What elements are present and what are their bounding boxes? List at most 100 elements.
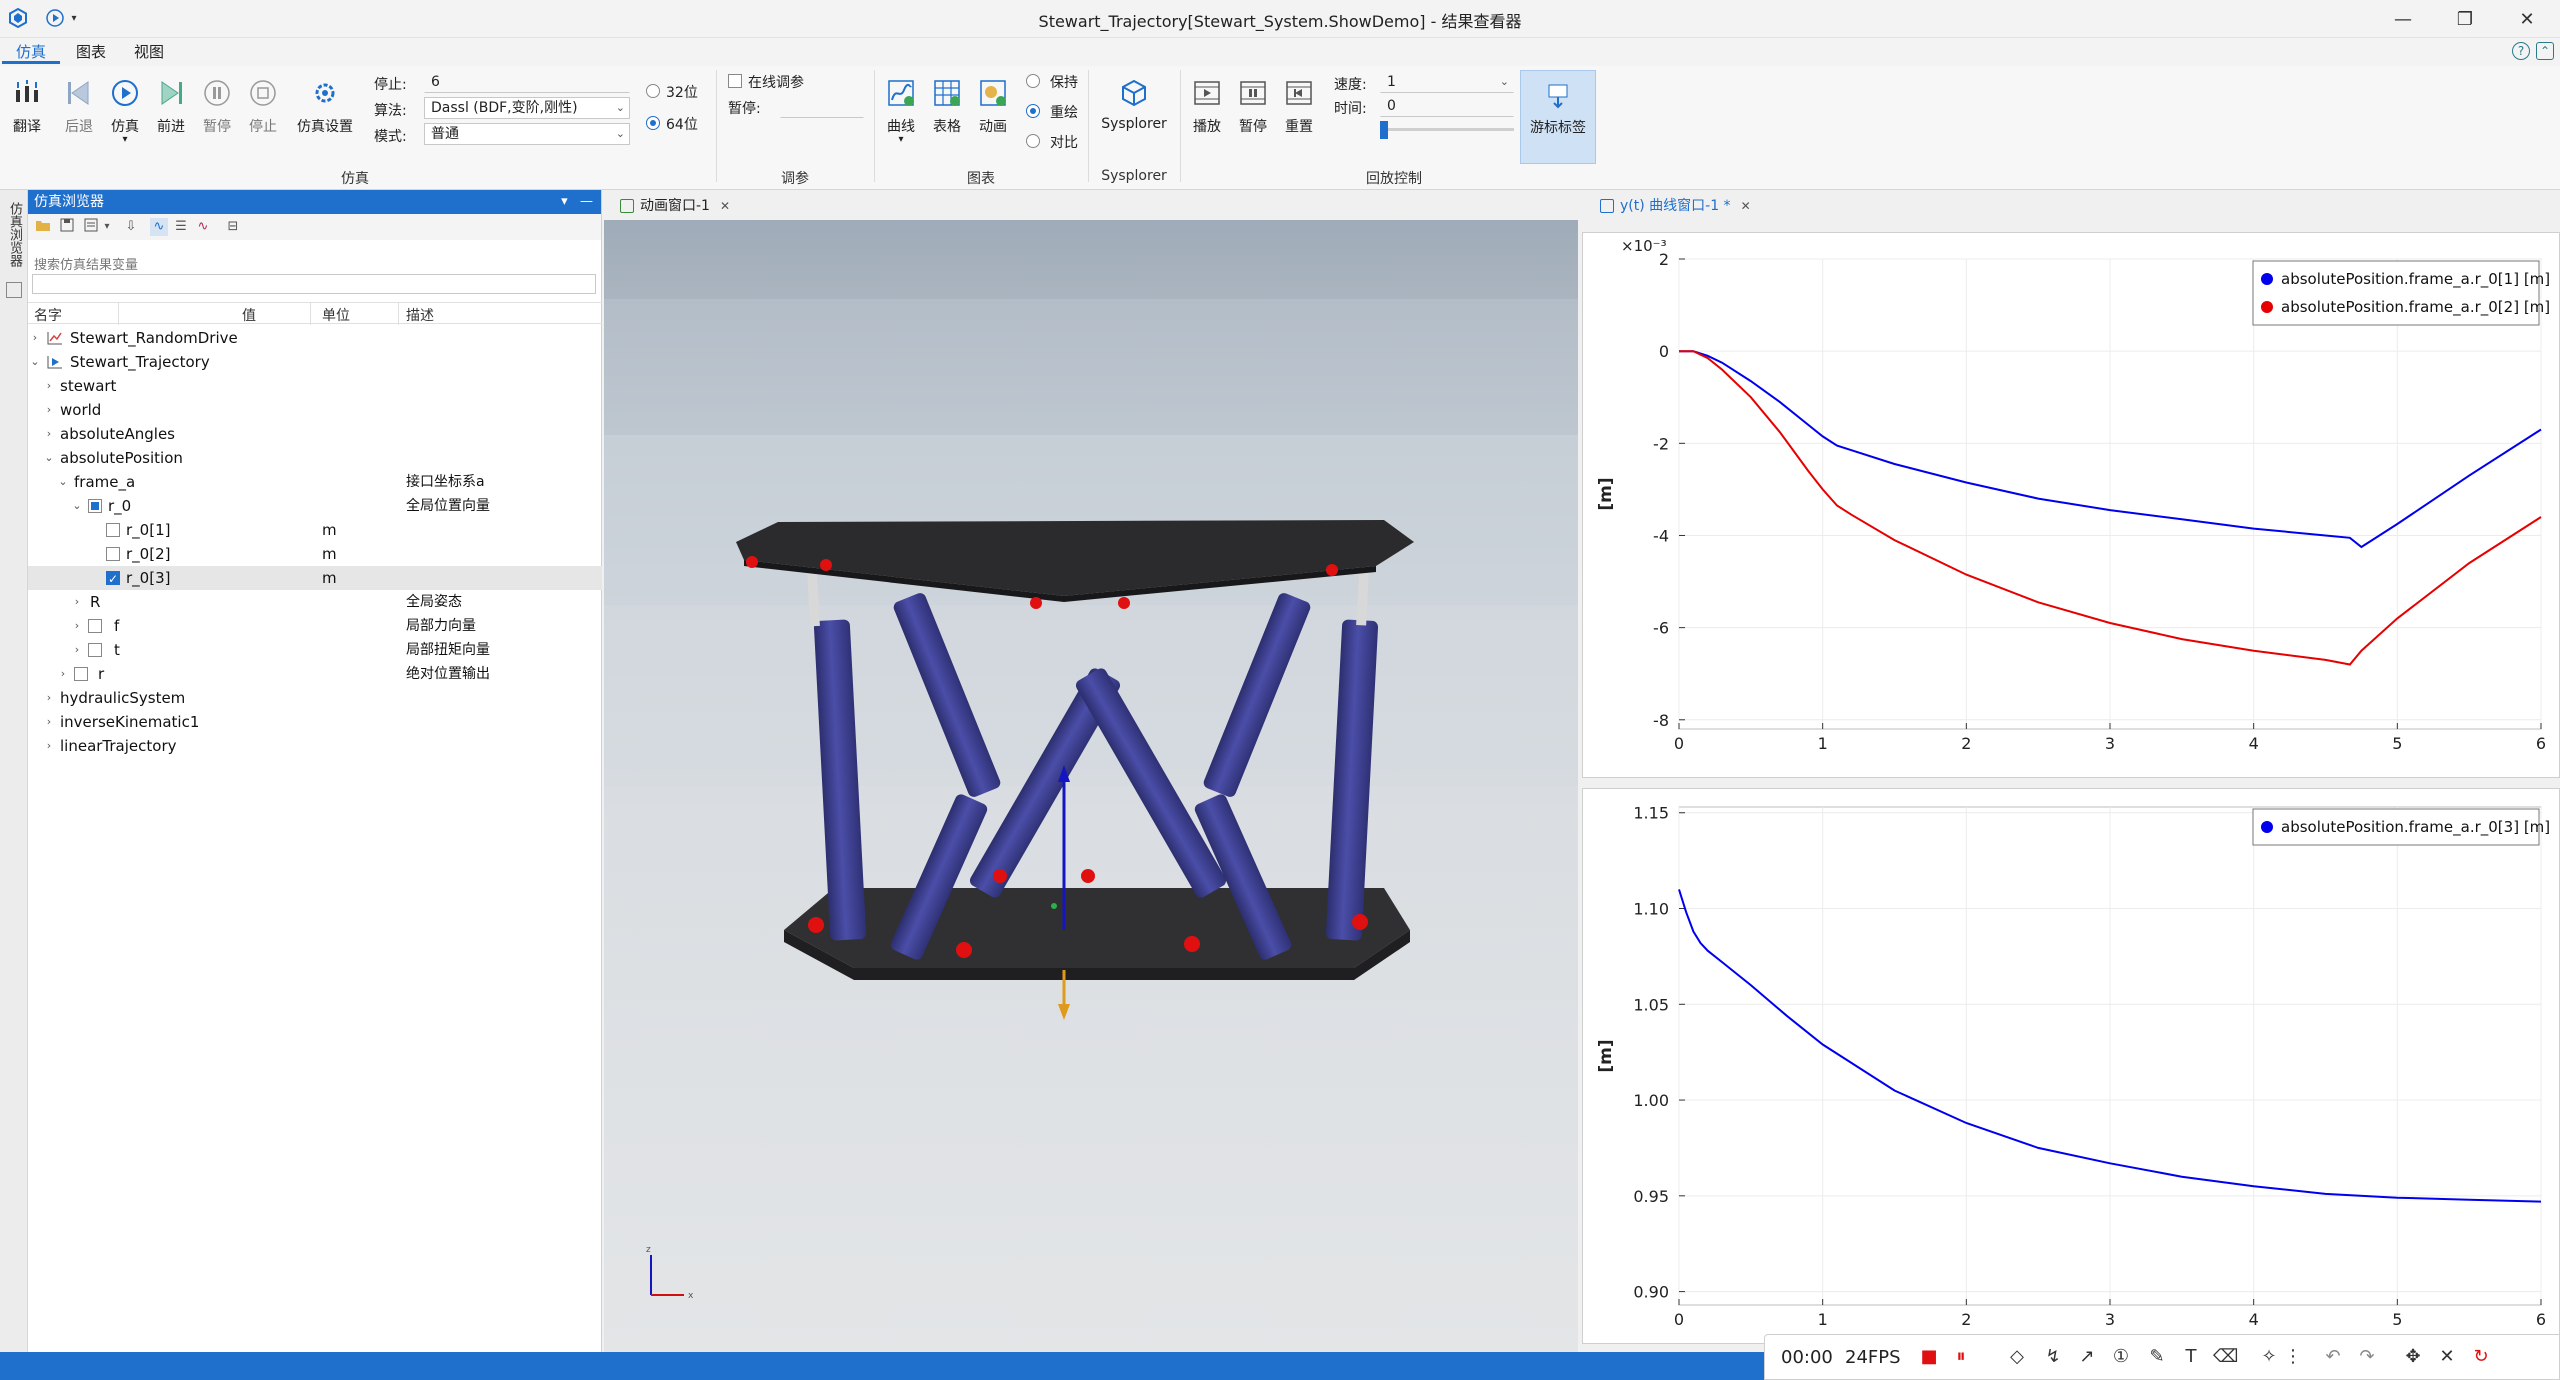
search-input[interactable] (32, 274, 596, 294)
plot-2[interactable]: 0 1 2 3 4 5 6 1.15 1.10 1.05 1.00 0.95 0.90 [m] absolu… (1582, 788, 2560, 1344)
online-tune-checkbox[interactable] (728, 74, 742, 88)
partial-checkbox[interactable] (88, 499, 102, 513)
tune-pause-input[interactable] (780, 96, 864, 118)
close-tab-icon[interactable]: ✕ (720, 199, 730, 213)
maximize-button[interactable]: ❐ (2434, 0, 2496, 38)
radio-redraw[interactable] (1026, 104, 1040, 118)
variable-checkbox[interactable] (106, 523, 120, 537)
chevron-right-icon[interactable]: › (42, 422, 56, 446)
column-value[interactable]: 值 (242, 305, 256, 325)
tree-item-R[interactable]: › R 全局姿态 (28, 590, 602, 614)
save-icon[interactable] (58, 218, 76, 236)
playback-reset-button[interactable]: 重置 (1276, 76, 1322, 136)
text-tool-icon[interactable]: T (2179, 1345, 2203, 1369)
tree-item-r-0-2[interactable]: r_0[2] m (28, 542, 602, 566)
stop-time-input[interactable]: 6 (424, 71, 630, 93)
chevron-right-icon[interactable]: › (42, 734, 56, 758)
ribbon-collapse-icon[interactable]: ⌃ (2536, 42, 2554, 60)
filter-curve-icon[interactable]: ∿ (150, 218, 168, 236)
translate-button[interactable]: 翻译 (4, 76, 50, 136)
chevron-right-icon[interactable]: › (42, 374, 56, 398)
cursor-tag-button[interactable]: 游标标签 (1520, 70, 1596, 164)
redo-icon[interactable]: ↷ (2355, 1345, 2379, 1369)
sim-settings-button[interactable]: 仿真设置 (290, 76, 360, 136)
curve-button[interactable]: 曲线 ▾ (878, 76, 924, 145)
column-description[interactable]: 描述 (406, 305, 434, 325)
radio-64bit[interactable] (646, 116, 660, 130)
tab-chart[interactable]: 图表 (62, 40, 120, 64)
playback-play-button[interactable]: 播放 (1184, 76, 1230, 136)
tab-plot-window[interactable]: y(t) 曲线窗口-1 * ✕ (1598, 194, 1751, 218)
tree-item-absoluteposition[interactable]: ⌄ absolutePosition (28, 446, 602, 470)
close-button[interactable]: ✕ (2496, 0, 2558, 38)
tree-item-hydraulicsystem[interactable]: › hydraulicSystem (28, 686, 602, 710)
open-folder-icon[interactable] (34, 218, 52, 236)
eraser-tool-icon[interactable]: ⌫ (2213, 1345, 2238, 1369)
chevron-down-icon[interactable]: ⌄ (42, 446, 56, 470)
time-slider[interactable] (1380, 121, 1514, 139)
tree-item-f[interactable]: › f 局部力向量 (28, 614, 602, 638)
tree-item-stewart-trajectory[interactable]: ⌄ Stewart_Trajectory (28, 350, 602, 374)
sort-icon[interactable]: ⇩ (122, 218, 140, 236)
record-stop-icon[interactable]: ■ (1917, 1345, 1941, 1369)
record-pause-icon[interactable]: ⏸ (1949, 1345, 1973, 1369)
animation-button[interactable]: 动画 (970, 76, 1016, 136)
shape-tool-icon[interactable]: ◇ (2005, 1345, 2029, 1369)
collapse-all-icon[interactable]: ⊟ (224, 218, 242, 236)
mode-select[interactable]: 普通 ⌄ (424, 123, 630, 145)
pause-button[interactable]: 暂停 (194, 76, 240, 136)
tree-item-frame-a[interactable]: ⌄ frame_a 接口坐标系a (28, 470, 602, 494)
panel-dropdown-icon[interactable]: ▾ (561, 194, 568, 209)
vertical-tab-sim-browser[interactable]: 仿真浏览器 (4, 202, 22, 267)
chevron-right-icon[interactable]: › (56, 662, 70, 686)
back-button[interactable]: 后退 (56, 76, 102, 136)
algorithm-select[interactable]: Dassl (BDF,变阶,刚性) ⌄ (424, 97, 630, 119)
chevron-right-icon[interactable]: › (28, 326, 42, 350)
column-unit[interactable]: 单位 (322, 305, 350, 325)
variable-checkbox[interactable] (88, 619, 102, 633)
chevron-right-icon[interactable]: › (70, 638, 84, 662)
more-menu-icon[interactable]: ⋮ (2281, 1345, 2305, 1369)
tree-item-lineartrajectory[interactable]: › linearTrajectory (28, 734, 602, 758)
tree-item-stewart-randomdrive[interactable]: › Stewart_RandomDrive (28, 326, 602, 350)
variable-checkbox[interactable] (106, 547, 120, 561)
chevron-down-icon[interactable]: ⌄ (56, 470, 70, 494)
chevron-right-icon[interactable]: › (42, 398, 56, 422)
tree-item-world[interactable]: › world (28, 398, 602, 422)
speed-select[interactable]: 1 ⌄ (1380, 71, 1514, 93)
column-name[interactable]: 名字 (34, 305, 62, 325)
chevron-down-icon[interactable]: ⌄ (70, 494, 84, 518)
chevron-down-icon[interactable]: ⌄ (28, 350, 42, 374)
tab-simulation[interactable]: 仿真 (2, 40, 61, 64)
help-icon[interactable]: ? (2512, 42, 2530, 60)
tree-item-r-0-3[interactable]: r_0[3] m (28, 566, 602, 591)
radio-compare[interactable] (1026, 134, 1040, 148)
highlight-tool-icon[interactable]: ✧ (2257, 1345, 2281, 1369)
time-input[interactable]: 0 (1380, 95, 1514, 117)
pen-tool-icon[interactable]: ✎ (2145, 1345, 2169, 1369)
variable-checkbox[interactable] (88, 643, 102, 657)
time-slider-handle[interactable] (1380, 121, 1388, 139)
table-button[interactable]: 表格 (924, 76, 970, 136)
chevron-right-icon[interactable]: › (70, 590, 84, 614)
restart-record-icon[interactable]: ↻ (2469, 1345, 2493, 1369)
list-icon[interactable]: ☰ (172, 218, 190, 236)
panel-pin-icon[interactable] (6, 282, 22, 298)
tree-item-absoluteangles[interactable]: › absoluteAngles (28, 422, 602, 446)
tree-item-r[interactable]: › r 绝对位置输出 (28, 662, 602, 686)
panel-minimize-icon[interactable]: — (580, 194, 593, 209)
path-tool-icon[interactable]: ↯ (2041, 1345, 2065, 1369)
radio-32bit[interactable] (646, 84, 660, 98)
tree-item-stewart[interactable]: › stewart (28, 374, 602, 398)
undo-icon[interactable]: ↶ (2321, 1345, 2345, 1369)
plot-1[interactable]: 0 1 2 3 4 5 6 2 0 -2 -4 -6 -8 [m] ×10⁻³ absolutePositio… (1582, 232, 2560, 778)
curve-type-icon[interactable]: ∿ (194, 218, 212, 236)
close-tab-icon[interactable]: ✕ (1741, 199, 1751, 213)
tree-item-r-0[interactable]: ⌄ r_0 全局位置向量 (28, 494, 602, 518)
variable-checkbox-checked[interactable] (106, 567, 120, 591)
chevron-right-icon[interactable]: › (70, 614, 84, 638)
tree-item-r-0-1[interactable]: r_0[1] m (28, 518, 602, 542)
move-icon[interactable]: ✥ (2401, 1345, 2425, 1369)
tab-animation-window[interactable]: 动画窗口-1 ✕ (618, 194, 730, 218)
chevron-right-icon[interactable]: › (42, 710, 56, 734)
